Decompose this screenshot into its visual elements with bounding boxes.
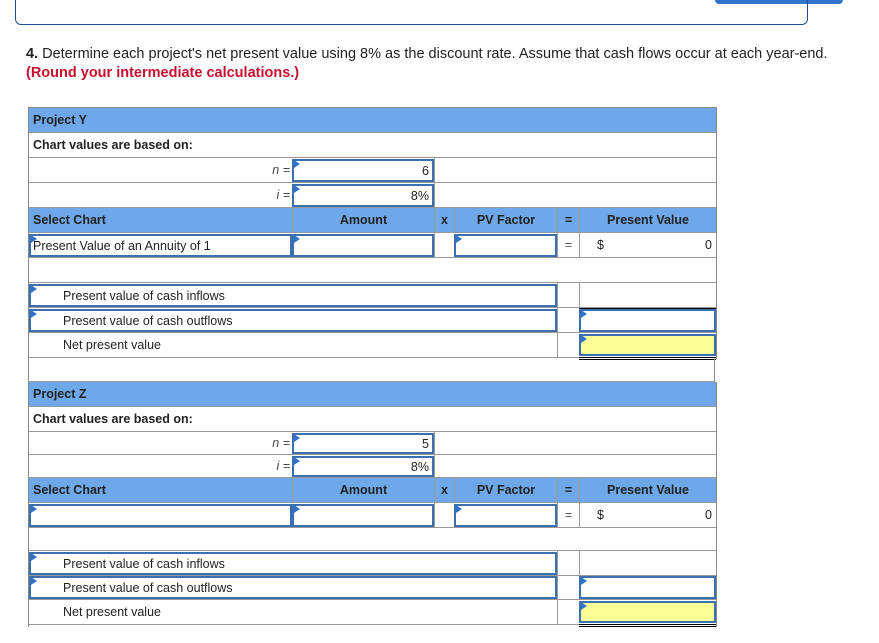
- outflows-label: Present value of cash outflows: [63, 581, 233, 595]
- npv-input[interactable]: [579, 601, 716, 623]
- currency-symbol: $: [597, 508, 604, 522]
- question-body: Determine each project's net present val…: [38, 46, 828, 62]
- times-header: x: [434, 208, 454, 232]
- outflows-row: Present value of cash outflows: [29, 576, 716, 600]
- inflows-row: Present value of cash inflows: [29, 283, 716, 308]
- chart-values-row: Chart values are based on:: [29, 407, 716, 432]
- n-input[interactable]: 5: [292, 433, 434, 454]
- calc-header-row: Select Chart Amount x PV Factor = Presen…: [29, 208, 716, 233]
- i-input[interactable]: 8%: [292, 184, 434, 207]
- inflows-label: Present value of cash inflows: [63, 557, 225, 571]
- question-number: 4.: [26, 46, 39, 62]
- outflows-label: Present value of cash outflows: [63, 314, 233, 328]
- question-text: 4. Determine each project's net present …: [26, 45, 846, 83]
- equals-sign: =: [557, 233, 579, 257]
- present-value-header: Present Value: [579, 478, 716, 502]
- project-z-table: Project Z Chart values are based on: n =…: [28, 382, 717, 627]
- pv-factor-header: PV Factor: [454, 478, 557, 502]
- outflows-value-input[interactable]: [579, 309, 716, 332]
- npv-input[interactable]: [579, 334, 716, 356]
- present-value-cell: $ 0: [579, 233, 716, 257]
- npv-label: Net present value: [63, 605, 161, 619]
- amount-header: Amount: [292, 208, 434, 232]
- select-chart-header: Select Chart: [33, 213, 106, 227]
- pv-factor-header: PV Factor: [454, 208, 557, 232]
- calc-row: Present Value of an Annuity of 1 = $ 0: [29, 233, 716, 258]
- present-value-header: Present Value: [579, 208, 716, 232]
- chart-values-row: Chart values are based on:: [29, 133, 716, 158]
- spacer-row: [29, 528, 716, 551]
- select-chart-dropdown[interactable]: [29, 504, 292, 527]
- outflows-input[interactable]: Present value of cash outflows: [29, 576, 557, 599]
- n-input[interactable]: 6: [292, 159, 434, 182]
- outflows-input[interactable]: Present value of cash outflows: [29, 309, 557, 332]
- total-underline: [579, 624, 716, 627]
- inflows-input[interactable]: Present value of cash inflows: [29, 552, 557, 575]
- pv-factor-input[interactable]: [454, 504, 557, 527]
- project-y-table: Project Y Chart values are based on: n =…: [28, 107, 717, 360]
- pv-factor-input[interactable]: [454, 234, 557, 257]
- present-value: 0: [705, 238, 712, 252]
- chart-values-label: Chart values are based on:: [33, 138, 193, 152]
- times-header: x: [434, 478, 454, 502]
- select-chart-header: Select Chart: [33, 483, 106, 497]
- amount-header: Amount: [292, 478, 434, 502]
- n-value: 5: [422, 437, 429, 451]
- i-row: i = 8%: [29, 183, 716, 208]
- present-value: 0: [705, 508, 712, 522]
- amount-input[interactable]: [292, 504, 434, 527]
- spacer-row: [29, 258, 716, 283]
- n-row: n = 5: [29, 432, 716, 455]
- i-value: 8%: [410, 460, 429, 474]
- inflows-input[interactable]: Present value of cash inflows: [29, 284, 557, 307]
- equals-sign: =: [557, 503, 579, 527]
- n-label: n =: [272, 163, 290, 177]
- n-label: n =: [272, 436, 290, 450]
- outflows-row: Present value of cash outflows: [29, 308, 716, 333]
- amount-input[interactable]: [292, 234, 434, 257]
- project-y-header: Project Y: [29, 108, 716, 133]
- equals-header: =: [557, 478, 579, 502]
- calc-row: = $ 0: [29, 503, 716, 528]
- npv-row: Net present value: [29, 333, 716, 360]
- project-z-header: Project Z: [29, 382, 716, 407]
- present-value-cell: $ 0: [579, 503, 716, 527]
- project-y-title: Project Y: [33, 113, 87, 127]
- inflows-row: Present value of cash inflows: [29, 551, 716, 576]
- n-row: n = 6: [29, 158, 716, 183]
- project-z-title: Project Z: [33, 387, 87, 401]
- npv-row: Net present value: [29, 600, 716, 627]
- n-value: 6: [422, 164, 429, 178]
- i-label: i =: [276, 459, 290, 473]
- select-chart-value: Present Value of an Annuity of 1: [33, 239, 211, 253]
- question-note: (Round your intermediate calculations.): [26, 65, 300, 81]
- chart-values-label: Chart values are based on:: [33, 412, 193, 426]
- equals-header: =: [557, 208, 579, 232]
- currency-symbol: $: [597, 238, 604, 252]
- previous-answer-box: [15, 0, 808, 25]
- i-value: 8%: [410, 189, 429, 203]
- calc-header-row: Select Chart Amount x PV Factor = Presen…: [29, 478, 716, 503]
- inflows-value: [579, 283, 716, 307]
- section-spacer: [28, 358, 715, 382]
- i-label: i =: [276, 188, 290, 202]
- inflows-label: Present value of cash inflows: [63, 289, 225, 303]
- i-row: i = 8%: [29, 455, 716, 478]
- npv-label: Net present value: [63, 338, 161, 352]
- outflows-value-input[interactable]: [579, 576, 716, 599]
- select-chart-dropdown[interactable]: Present Value of an Annuity of 1: [29, 234, 292, 257]
- i-input[interactable]: 8%: [292, 456, 434, 477]
- inflows-value: [579, 551, 716, 575]
